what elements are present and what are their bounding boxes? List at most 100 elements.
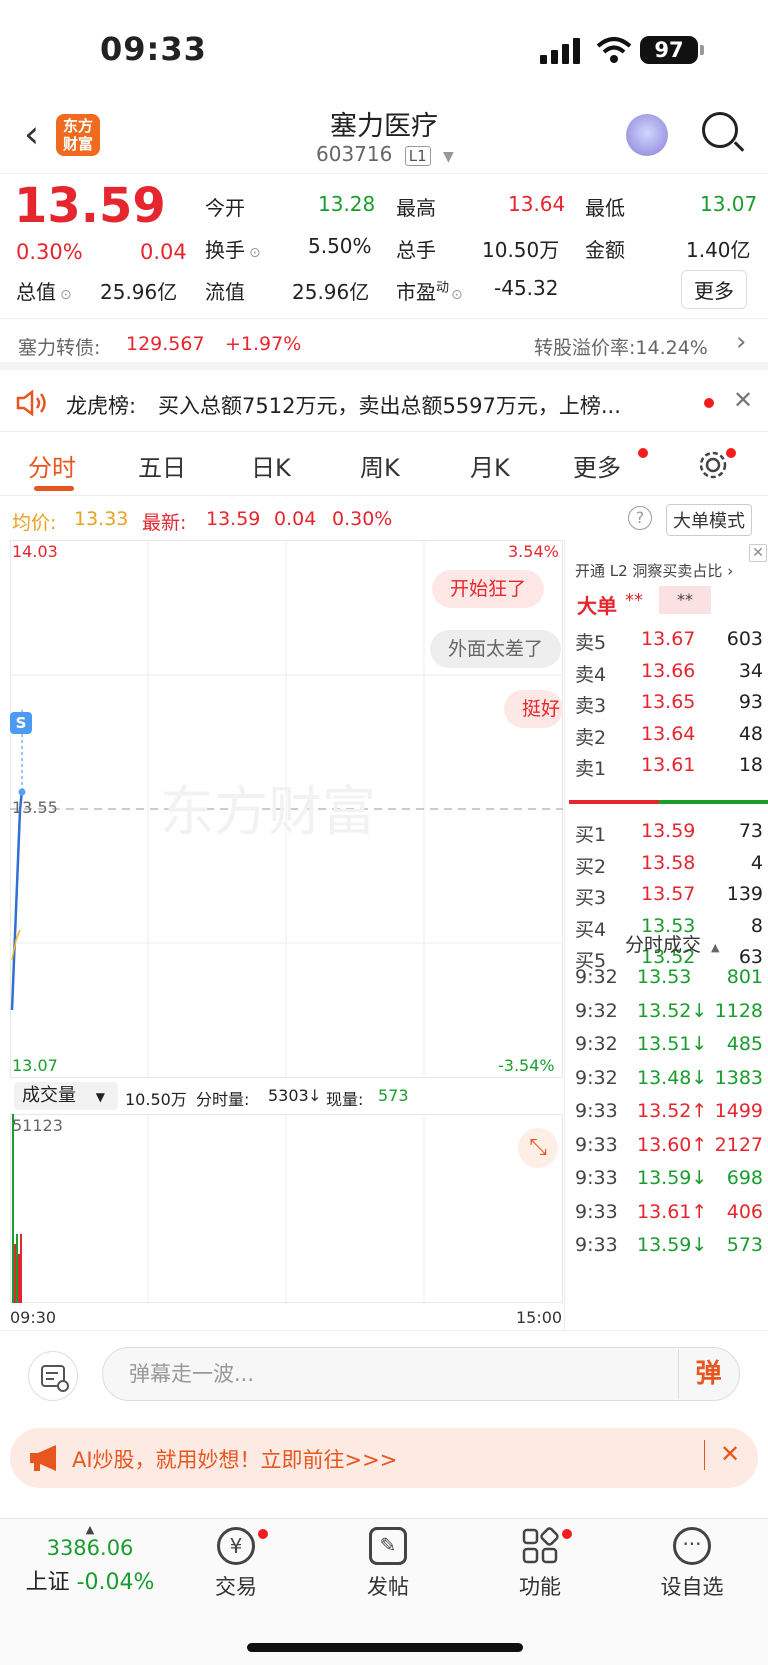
volume-selector[interactable]: 成交量 ▼ — [14, 1082, 118, 1110]
low-label: 最低 — [585, 196, 625, 220]
danmu-input[interactable]: 弹幕走一波... — [102, 1347, 740, 1401]
convertible-bond-row[interactable]: 塞力转债: 129.567 +1.97% 转股溢价率:14.24% › — [0, 318, 768, 370]
ai-promo-banner[interactable]: AI炒股，就用妙想！立即前往>>> ✕ — [10, 1428, 758, 1488]
order-book-row[interactable]: 卖1 13.61 18 — [565, 750, 768, 782]
time-end-label: 15:00 — [516, 1308, 563, 1327]
row-price: 13.57 — [641, 883, 696, 905]
mid-price-label: 13.55 — [12, 798, 58, 817]
turnover-value: 5.50% — [308, 234, 372, 258]
tab-five-day[interactable]: 五日 — [138, 448, 186, 483]
dragon-tiger-banner[interactable]: 龙虎榜: 买入总额7512万元，卖出总额5597万元，上榜... ✕ — [0, 374, 768, 432]
tick-volume: 485 — [726, 1033, 763, 1055]
expand-icon[interactable]: ⤡ — [518, 1128, 558, 1168]
volume-info-row: 成交量 ▼ 10.50万 分时量: 5303 ↓ 现量: 573 — [10, 1080, 563, 1114]
order-book-row[interactable]: 买1 13.59 73 — [565, 816, 768, 848]
amount-label: 金额 — [585, 238, 625, 262]
s-marker[interactable]: S — [10, 712, 32, 734]
volume-chart[interactable]: 51123 ⤡ 09:30 15:00 — [10, 1114, 563, 1327]
index-name: 上证 — [25, 1570, 70, 1595]
volume-total: 10.50万 — [125, 1090, 187, 1109]
info-icon[interactable]: ⊙ — [451, 287, 463, 303]
tick-row: 9:33 13.60↑ 2127 — [565, 1130, 768, 1162]
more-button[interactable]: 更多 — [681, 270, 747, 309]
danmu-bubble[interactable]: 开始狂了 — [432, 570, 545, 608]
danmu-send-button[interactable]: 弹 — [678, 1349, 738, 1399]
stock-code-row[interactable]: 603716 L1 ▼ — [316, 142, 454, 166]
price-line — [10, 788, 24, 1011]
danmu-bubble[interactable]: 外面太差了 — [430, 630, 562, 668]
change-amount: 0.04 — [140, 240, 187, 264]
close-icon[interactable]: ✕ — [733, 386, 753, 414]
tick-row: 9:33 13.59↓ 573 — [565, 1230, 768, 1262]
help-icon[interactable]: ? — [628, 506, 652, 530]
intraday-summary-row: 均价: 13.33 最新: 13.59 0.04 0.30% ? 大单模式 — [0, 502, 768, 538]
market-cap-label[interactable]: 总值 ⊙ — [16, 276, 72, 305]
home-indicator — [247, 1643, 523, 1652]
level-badge[interactable]: L1 — [404, 146, 431, 166]
row-price: 13.66 — [641, 659, 696, 682]
avg-label: 均价: — [12, 512, 57, 534]
index-ticker[interactable]: ▲ 3386.06 上证 -0.04% — [20, 1523, 160, 1596]
order-book-row[interactable]: 卖5 13.67 603 — [565, 624, 768, 656]
order-book-row[interactable]: 卖3 13.65 93 — [565, 687, 768, 719]
tab-more[interactable]: 更多 — [573, 448, 621, 483]
order-book-row[interactable]: 卖4 13.66 34 — [565, 656, 768, 688]
volume-bar — [20, 1234, 22, 1303]
nav-trade[interactable]: ¥ 交易 — [176, 1527, 296, 1601]
pe-value: -45.32 — [494, 276, 559, 300]
tab-daily-k[interactable]: 日K — [251, 448, 291, 483]
nav-post[interactable]: ✎ 发帖 — [328, 1527, 448, 1601]
battery-level: 97 — [640, 36, 698, 64]
row-volume: 73 — [738, 820, 763, 842]
info-icon[interactable]: ⊙ — [249, 245, 261, 261]
fen-volume-value: 5303 — [268, 1086, 309, 1105]
signal-icon — [540, 38, 580, 64]
chevron-right-icon[interactable]: › — [736, 327, 746, 357]
order-book-row[interactable]: 卖2 13.64 48 — [565, 719, 768, 751]
row-price: 13.65 — [641, 691, 696, 713]
tab-intraday[interactable]: 分时 — [28, 448, 76, 483]
pe-label[interactable]: 市盈动 ⊙ — [396, 276, 463, 305]
intraday-chart[interactable]: 东方财富 S 14.03 3.54% 13.55 13.07 -3.54% 开始… — [10, 540, 563, 1078]
gear-icon[interactable] — [698, 450, 728, 480]
turnover-label[interactable]: 换手 ⊙ — [205, 234, 261, 263]
tab-monthly-k[interactable]: 月K — [470, 448, 510, 483]
big-order-mode-button[interactable]: 大单模式 — [666, 504, 752, 536]
chart-grid: 东方财富 — [10, 540, 563, 1078]
row-label: 买2 — [575, 855, 607, 878]
close-icon[interactable]: ✕ — [749, 544, 767, 562]
tab-weekly-k[interactable]: 周K — [360, 448, 400, 483]
tick-time: 9:32 — [575, 999, 618, 1022]
danmu-settings-icon[interactable] — [28, 1351, 78, 1401]
tick-row: 9:33 13.59↓ 698 — [565, 1163, 768, 1195]
stock-header: ‹ 东方 财富 塞力医疗 603716 L1 ▼ — [0, 100, 768, 174]
danmu-bubble[interactable]: 挺好 — [504, 690, 563, 728]
index-pct: -0.04% — [76, 1570, 155, 1595]
search-icon[interactable] — [702, 112, 738, 148]
tick-price: 13.61↑ — [637, 1200, 708, 1223]
latest-value: 13.59 — [206, 508, 261, 530]
ticks-title[interactable]: 分时成交 ▲ — [625, 930, 719, 957]
l2-link[interactable]: 开通 L2 洞察买卖占比 › — [575, 560, 733, 581]
latest-label: 最新: — [142, 512, 187, 534]
bond-label: 塞力转债: — [18, 337, 101, 359]
chevron-down-icon[interactable]: ▼ — [443, 149, 454, 165]
tick-row: 9:32 13.48↓ 1383 — [565, 1063, 768, 1095]
tab-underline — [34, 486, 74, 491]
stock-code: 603716 — [316, 142, 393, 166]
nav-add-watchlist[interactable]: ··· 设自选 — [632, 1527, 752, 1601]
bottom-pct-label: -3.54% — [498, 1056, 555, 1075]
volume-bar — [16, 1234, 18, 1303]
row-label: 卖1 — [575, 758, 607, 780]
order-book-row[interactable]: 买3 13.57 139 — [565, 879, 768, 911]
tick-time: 9:32 — [575, 1066, 618, 1089]
tick-price: 13.59↓ — [637, 1234, 708, 1256]
close-icon[interactable]: ✕ — [720, 1440, 740, 1468]
nav-functions[interactable]: 功能 — [480, 1527, 600, 1601]
volume-value: 10.50万 — [482, 238, 560, 262]
tick-price: 13.60↑ — [637, 1133, 708, 1156]
order-book-row[interactable]: 买2 13.58 4 — [565, 848, 768, 880]
tick-time: 9:32 — [575, 1033, 618, 1055]
info-icon[interactable]: ⊙ — [60, 287, 72, 303]
robot-assistant-icon[interactable] — [626, 114, 668, 156]
